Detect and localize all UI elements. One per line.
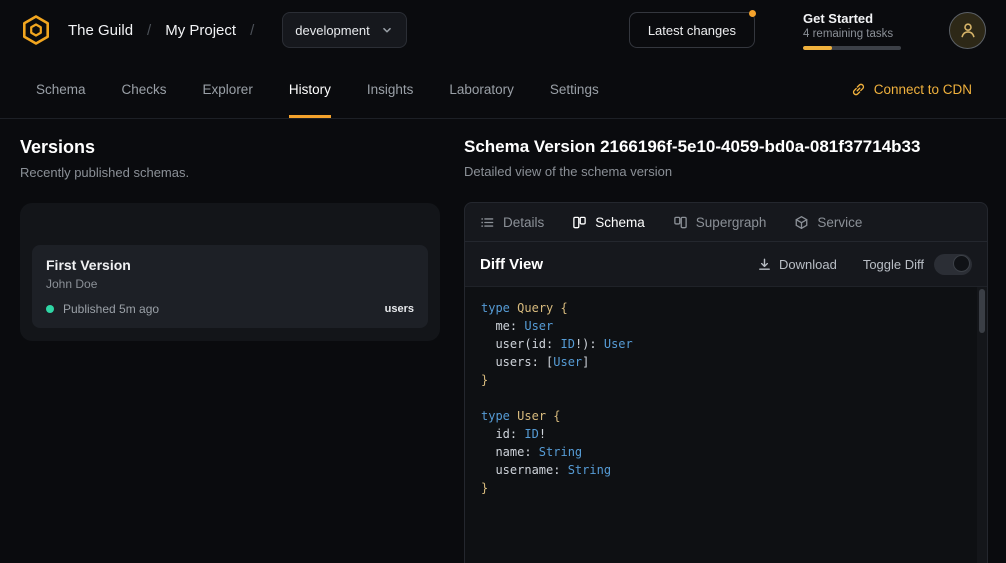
schema-columns-icon	[572, 215, 587, 230]
tab-schema[interactable]: Schema	[36, 60, 86, 118]
version-status-row: Published 5m ago users	[46, 302, 414, 316]
main-nav: Schema Checks Explorer History Insights …	[0, 60, 1006, 119]
link-icon	[851, 82, 866, 97]
published-status-dot	[46, 305, 54, 313]
target-select-value: development	[295, 23, 369, 38]
top-bar-actions: Latest changes Get Started 4 remaining t…	[629, 11, 986, 50]
tab-details[interactable]: Details	[480, 215, 544, 230]
tab-service[interactable]: Service	[794, 215, 862, 230]
download-label: Download	[779, 257, 837, 272]
schema-code-viewer: type Query { me: User user(id: ID!): Use…	[465, 287, 987, 563]
download-icon	[757, 257, 772, 272]
latest-changes-button[interactable]: Latest changes	[629, 12, 755, 48]
code-scrollbar-thumb[interactable]	[979, 289, 985, 333]
latest-changes-label: Latest changes	[648, 23, 736, 38]
switch-knob	[953, 255, 970, 272]
guild-logo[interactable]	[20, 14, 52, 46]
main-content: Versions Recently published schemas. Fir…	[0, 119, 1006, 563]
hexagon-logo-icon	[20, 14, 52, 46]
tab-insights[interactable]: Insights	[367, 60, 414, 118]
toggle-diff-switch[interactable]	[934, 254, 972, 275]
schema-version-panel: Details Schema Supergraph	[464, 202, 988, 563]
schema-version-title: Schema Version 2166196f-5e10-4059-bd0a-0…	[464, 137, 988, 157]
tab-service-label: Service	[817, 215, 862, 230]
chevron-down-icon	[380, 23, 394, 37]
progress-fill	[803, 46, 832, 50]
top-bar: The Guild / My Project / development Lat…	[0, 0, 1006, 60]
version-list-item[interactable]: First Version John Doe Published 5m ago …	[32, 245, 428, 328]
tab-settings[interactable]: Settings	[550, 60, 599, 118]
panel-tabs: Details Schema Supergraph	[465, 203, 987, 242]
project-name[interactable]: My Project	[165, 22, 236, 39]
diff-view-header: Diff View Download Toggle Diff	[465, 242, 987, 287]
user-avatar[interactable]	[949, 12, 986, 49]
download-button[interactable]: Download	[757, 257, 837, 272]
service-badge: users	[385, 303, 414, 315]
toggle-diff-label: Toggle Diff	[863, 257, 924, 272]
details-list-icon	[480, 215, 495, 230]
tab-details-label: Details	[503, 215, 544, 230]
versions-section: Versions Recently published schemas. Fir…	[20, 137, 440, 563]
version-name: First Version	[46, 257, 414, 273]
tab-laboratory[interactable]: Laboratory	[449, 60, 514, 118]
service-cube-icon	[794, 215, 809, 230]
diff-actions: Download Toggle Diff	[757, 254, 972, 275]
get-started-widget[interactable]: Get Started 4 remaining tasks	[803, 11, 901, 50]
get-started-subtitle: 4 remaining tasks	[803, 28, 901, 40]
target-select[interactable]: development	[282, 12, 406, 48]
org-name[interactable]: The Guild	[68, 22, 133, 39]
get-started-progress-bar	[803, 46, 901, 50]
versions-title: Versions	[20, 137, 440, 158]
connect-cdn-link[interactable]: Connect to CDN	[851, 82, 972, 97]
tab-explorer[interactable]: Explorer	[203, 60, 253, 118]
version-author: John Doe	[46, 277, 414, 291]
diff-view-title: Diff View	[480, 256, 543, 273]
notification-dot	[749, 10, 756, 17]
code-block[interactable]: type Query { me: User user(id: ID!): Use…	[465, 287, 987, 509]
nav-tabs: Schema Checks Explorer History Insights …	[0, 60, 599, 118]
tab-schema-label: Schema	[595, 215, 645, 230]
schema-version-section: Schema Version 2166196f-5e10-4059-bd0a-0…	[464, 137, 988, 563]
tab-schema-view[interactable]: Schema	[572, 215, 645, 230]
schema-version-subtitle: Detailed view of the schema version	[464, 164, 988, 179]
user-icon	[959, 21, 977, 39]
breadcrumb-separator: /	[250, 22, 254, 39]
supergraph-columns-icon	[673, 215, 688, 230]
connect-cdn-label: Connect to CDN	[874, 82, 972, 97]
tab-supergraph[interactable]: Supergraph	[673, 215, 767, 230]
versions-card: First Version John Doe Published 5m ago …	[20, 203, 440, 341]
code-scrollbar[interactable]	[977, 287, 987, 563]
tab-supergraph-label: Supergraph	[696, 215, 767, 230]
tab-checks[interactable]: Checks	[122, 60, 167, 118]
versions-subtitle: Recently published schemas.	[20, 165, 440, 180]
get-started-title: Get Started	[803, 11, 901, 26]
breadcrumb: The Guild / My Project / development	[20, 12, 407, 48]
breadcrumb-separator: /	[147, 22, 151, 39]
tab-history[interactable]: History	[289, 60, 331, 118]
version-status: Published 5m ago	[63, 302, 159, 316]
